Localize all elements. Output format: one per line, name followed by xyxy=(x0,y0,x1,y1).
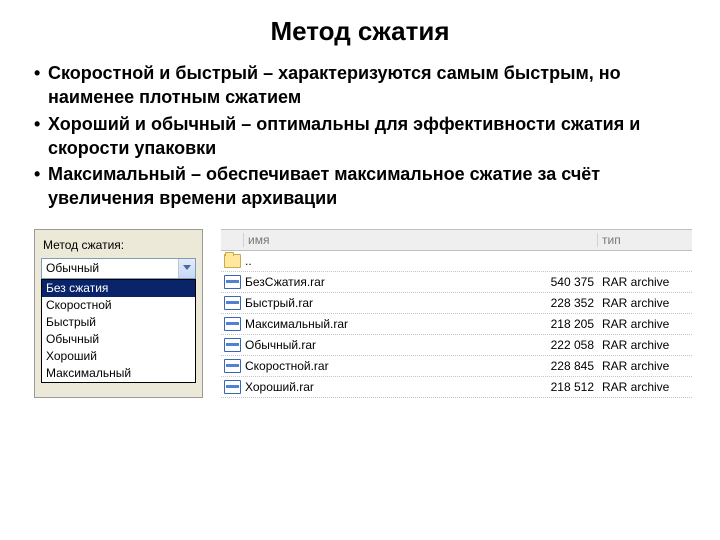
bullet-list: Скоростной и быстрый – характеризуются с… xyxy=(28,61,692,211)
file-row-parent[interactable]: .. xyxy=(221,251,692,272)
file-row[interactable]: Быстрый.rar 228 352 RAR archive xyxy=(221,293,692,314)
archive-file-list: имя тип .. БезСжатия.rar 540 375 RAR arc… xyxy=(221,229,692,398)
column-header-type[interactable]: тип xyxy=(597,233,692,247)
file-row[interactable]: БезСжатия.rar 540 375 RAR archive xyxy=(221,272,692,293)
rar-icon xyxy=(224,275,241,289)
file-size: 228 352 xyxy=(516,296,602,310)
combobox-value: Обычный xyxy=(42,259,178,278)
file-row[interactable]: Обычный.rar 222 058 RAR archive xyxy=(221,335,692,356)
compression-method-panel: Метод сжатия: Обычный Без сжатия Скорост… xyxy=(34,229,203,398)
file-name: Скоростной.rar xyxy=(243,359,516,373)
compression-method-combobox[interactable]: Обычный xyxy=(41,258,196,279)
bullet-item: Скоростной и быстрый – характеризуются с… xyxy=(34,61,686,110)
bullet-item: Максимальный – обеспечивает максимальное… xyxy=(34,162,686,211)
file-type: RAR archive xyxy=(602,317,692,331)
rar-icon xyxy=(224,317,241,331)
file-name: Быстрый.rar xyxy=(243,296,516,310)
folder-up-icon xyxy=(224,254,241,268)
option-item[interactable]: Без сжатия xyxy=(42,280,195,297)
file-name: .. xyxy=(243,254,516,268)
option-item[interactable]: Быстрый xyxy=(42,314,195,331)
file-row[interactable]: Хороший.rar 218 512 RAR archive xyxy=(221,377,692,398)
option-item[interactable]: Максимальный xyxy=(42,365,195,382)
file-size: 218 205 xyxy=(516,317,602,331)
bullet-item: Хороший и обычный – оптимальны для эффек… xyxy=(34,112,686,161)
rar-icon xyxy=(224,359,241,373)
file-row[interactable]: Максимальный.rar 218 205 RAR archive xyxy=(221,314,692,335)
rar-icon xyxy=(224,338,241,352)
file-size: 228 845 xyxy=(516,359,602,373)
file-type: RAR archive xyxy=(602,338,692,352)
column-header-name[interactable]: имя xyxy=(243,233,510,247)
file-type: RAR archive xyxy=(602,380,692,394)
file-name: Максимальный.rar xyxy=(243,317,516,331)
file-name: Обычный.rar xyxy=(243,338,516,352)
chevron-down-icon[interactable] xyxy=(178,259,195,278)
option-item[interactable]: Скоростной xyxy=(42,297,195,314)
compression-method-options[interactable]: Без сжатия Скоростной Быстрый Обычный Хо… xyxy=(41,279,196,383)
rar-icon xyxy=(224,380,241,394)
file-name: БезСжатия.rar xyxy=(243,275,516,289)
compression-method-label: Метод сжатия: xyxy=(43,238,196,252)
file-type: RAR archive xyxy=(602,359,692,373)
rar-icon xyxy=(224,296,241,310)
file-size: 218 512 xyxy=(516,380,602,394)
file-size: 540 375 xyxy=(516,275,602,289)
file-type: RAR archive xyxy=(602,275,692,289)
option-item[interactable]: Обычный xyxy=(42,331,195,348)
file-row[interactable]: Скоростной.rar 228 845 RAR archive xyxy=(221,356,692,377)
file-type: RAR archive xyxy=(602,296,692,310)
slide-title: Метод сжатия xyxy=(28,16,692,47)
option-item[interactable]: Хороший xyxy=(42,348,195,365)
file-list-header: имя тип xyxy=(221,230,692,251)
file-size: 222 058 xyxy=(516,338,602,352)
file-name: Хороший.rar xyxy=(243,380,516,394)
